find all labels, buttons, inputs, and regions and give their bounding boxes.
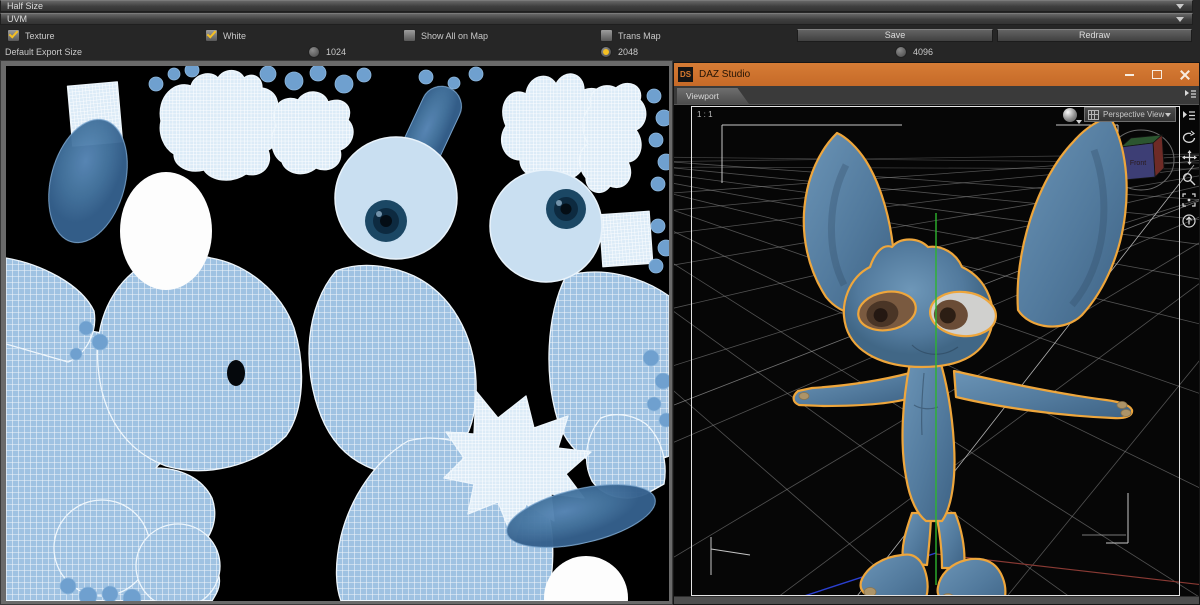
export-4096-option[interactable]: 4096	[895, 46, 933, 58]
half-size-header[interactable]: Half Size	[0, 0, 1193, 12]
frame-selection-icon[interactable]	[1180, 191, 1198, 208]
viewport-tool-column	[1180, 105, 1199, 229]
radio-2048[interactable]	[600, 46, 612, 58]
minimize-button[interactable]	[1115, 63, 1143, 86]
daz-titlebar[interactable]: DS DAZ Studio	[674, 63, 1199, 86]
minimize-icon	[1124, 73, 1134, 76]
half-size-label: Half Size	[7, 1, 44, 11]
daz-app-icon: DS	[678, 67, 693, 82]
save-button[interactable]: Save	[797, 29, 993, 42]
uv-map-panel	[0, 60, 673, 605]
export-1024-option[interactable]: 1024	[308, 46, 346, 58]
app-window: Half Size UVM Texture White Show All on …	[0, 0, 1200, 605]
texture-checkbox-item[interactable]: Texture	[7, 29, 55, 42]
pane-menu-icon[interactable]	[1184, 89, 1197, 100]
maximize-button[interactable]	[1143, 63, 1171, 86]
daz-studio-window: DS DAZ Studio Viewport Front 1: 1 Persp…	[673, 62, 1200, 605]
chevron-down-icon	[1165, 112, 1171, 117]
maximize-icon	[1152, 70, 1162, 79]
close-button[interactable]	[1171, 63, 1199, 86]
creature-model	[792, 115, 1134, 597]
white-checkbox-item[interactable]: White	[205, 29, 246, 42]
uvm-header[interactable]: UVM	[0, 13, 1193, 25]
uvm-label: UVM	[7, 14, 27, 24]
show-all-checkbox-item[interactable]: Show All on Map	[403, 29, 488, 42]
aspect-ratio-label: 1 : 1	[697, 110, 713, 119]
uv-map-canvas[interactable]	[6, 66, 669, 601]
trans-map-checkbox-item[interactable]: Trans Map	[600, 29, 661, 42]
grid-view-icon	[1088, 109, 1099, 120]
white-label: White	[223, 30, 247, 41]
white-checkbox[interactable]	[205, 29, 218, 42]
show-all-checkbox[interactable]	[403, 29, 416, 42]
pan-camera-icon[interactable]	[1180, 149, 1198, 166]
viewport-options-icon[interactable]	[1180, 107, 1198, 124]
view-cube-front-label: Front	[1130, 160, 1146, 167]
chevron-down-icon[interactable]	[1176, 17, 1184, 22]
drawstyle-sphere-icon[interactable]	[1063, 108, 1082, 124]
trans-map-checkbox[interactable]	[600, 29, 613, 42]
chevron-down-icon[interactable]	[1176, 4, 1184, 9]
uv-islands-graphic	[6, 66, 669, 601]
texture-checkbox[interactable]	[7, 29, 20, 42]
redraw-button[interactable]: Redraw	[997, 29, 1192, 42]
trans-map-label: Trans Map	[618, 30, 661, 41]
close-icon	[1180, 70, 1190, 80]
radio-4096[interactable]	[895, 46, 907, 58]
scene-graphic: Front	[674, 115, 1199, 597]
view-selector-dropdown[interactable]: Perspective View	[1084, 107, 1176, 122]
export-2048-option[interactable]: 2048	[600, 46, 638, 58]
show-all-label: Show All on Map	[421, 30, 489, 41]
zoom-camera-icon[interactable]	[1180, 170, 1198, 187]
radio-1024[interactable]	[308, 46, 320, 58]
daz-bottom-strip	[674, 596, 1199, 604]
orbit-camera-icon[interactable]	[1180, 128, 1198, 145]
texture-label: Texture	[25, 30, 55, 41]
daz-window-title: DAZ Studio	[699, 69, 751, 80]
viewport-3d[interactable]: Front 1: 1 Perspective View	[674, 105, 1199, 597]
daz-tabbar: Viewport	[674, 86, 1199, 105]
export-size-row: Default Export Size 1024 2048 4096	[0, 45, 1200, 60]
tab-viewport[interactable]: Viewport	[677, 88, 749, 104]
view-selector-label: Perspective View	[1103, 110, 1165, 119]
export-size-label: Default Export Size	[5, 47, 83, 57]
camera-reset-icon[interactable]	[1180, 212, 1198, 229]
options-row: Texture White Show All on Map Trans Map …	[0, 27, 1200, 45]
